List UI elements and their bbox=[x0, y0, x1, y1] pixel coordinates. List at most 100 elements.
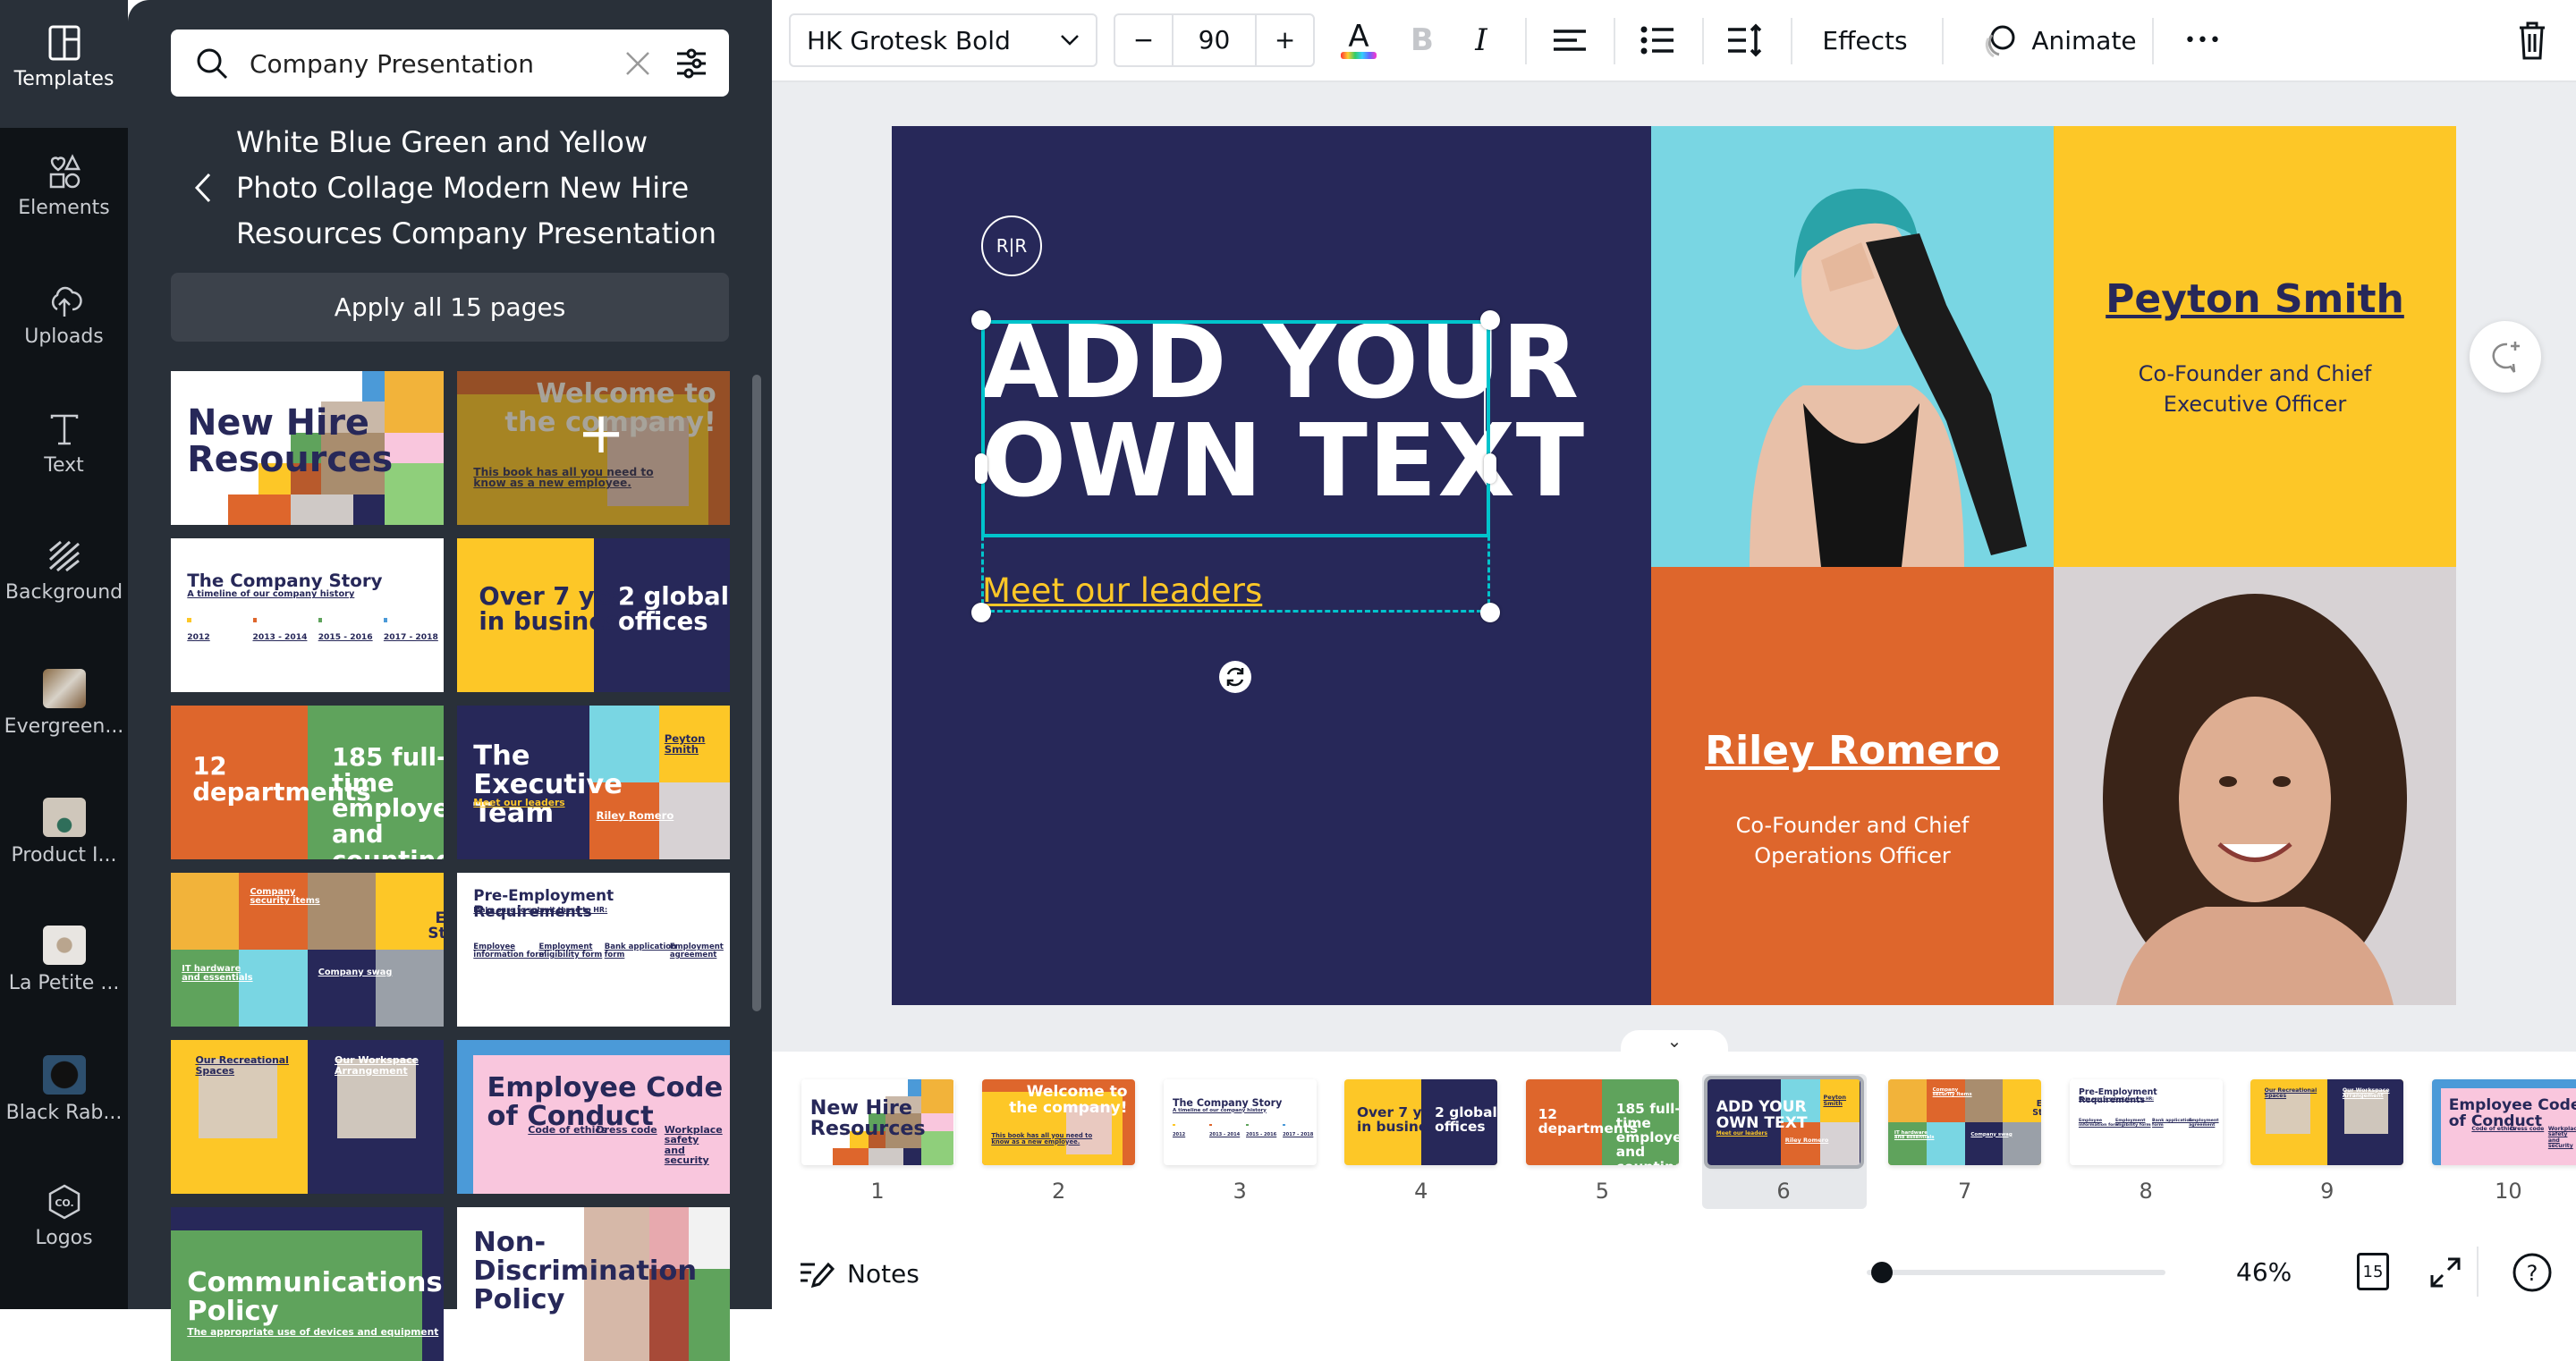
page-thumbnail[interactable]: Over 7 years in business 2 global offices bbox=[1344, 1079, 1498, 1165]
notes-button[interactable]: Notes bbox=[799, 1257, 919, 1289]
resize-handle-right[interactable] bbox=[1484, 453, 1496, 484]
text-color-button[interactable]: A bbox=[1341, 13, 1377, 67]
thumb-text: Communications Policy bbox=[187, 1266, 443, 1327]
increase-font-size-button[interactable]: + bbox=[1255, 15, 1313, 65]
template-page-thumbnail[interactable]: New Employee Starter Kit Company security… bbox=[171, 873, 444, 1027]
font-size-stepper[interactable]: − 90 + bbox=[1114, 13, 1315, 67]
align-left-icon[interactable] bbox=[1552, 13, 1588, 67]
animate-label: Animate bbox=[2031, 25, 2137, 55]
rotate-handle[interactable] bbox=[1219, 661, 1251, 693]
thumb-block bbox=[833, 1147, 869, 1165]
resize-handle-bottom-right[interactable] bbox=[1480, 603, 1500, 622]
template-page-thumbnail[interactable]: 12 departments185 full-time employees an… bbox=[171, 706, 444, 859]
template-page-thumbnail[interactable]: Our Recreational Spaces Our Workspace Arr… bbox=[171, 1040, 444, 1194]
company-logo[interactable]: R|R bbox=[981, 216, 1042, 276]
page-thumbnail[interactable]: 12 departments185 full-time employees an… bbox=[1525, 1079, 1679, 1165]
template-page-thumbnail[interactable]: Employee Code of Conduct Code of ethics Dr… bbox=[457, 1040, 730, 1194]
person2-title-line: Operations Officer bbox=[1754, 843, 1951, 868]
slide-canvas[interactable]: R|R ADD YOUR OWN TEXT Meet our leaders P… bbox=[892, 126, 2456, 1005]
decrease-font-size-button[interactable]: − bbox=[1115, 15, 1174, 65]
svg-text:CO.: CO. bbox=[55, 1197, 73, 1209]
rail-item-black-rabbit[interactable]: Black Rab... bbox=[0, 1055, 128, 1124]
apply-all-pages-button[interactable]: Apply all 15 pages bbox=[171, 273, 729, 342]
clear-search-icon[interactable] bbox=[623, 49, 652, 78]
thumb-text: Employee information form bbox=[473, 943, 547, 960]
thumb-block bbox=[307, 950, 376, 1027]
search-input[interactable] bbox=[250, 44, 607, 83]
riley-romero-card bbox=[1651, 567, 2054, 1005]
person2-name[interactable]: Riley Romero bbox=[1651, 728, 2054, 773]
panel-scrollbar[interactable] bbox=[752, 375, 761, 1011]
zoom-slider-knob[interactable] bbox=[1870, 1262, 1893, 1283]
page-thumbnail[interactable]: ADD YOUR OWN TEXT Meet our leaders Peyton … bbox=[1703, 1076, 1864, 1169]
animate-button[interactable]: Animate bbox=[1970, 13, 2149, 67]
template-page-thumbnail[interactable]: Pre-Employment Requirements Make sure to … bbox=[457, 873, 730, 1027]
rail-label: Templates bbox=[13, 68, 114, 90]
rail-item-elements[interactable]: Elements bbox=[0, 152, 128, 219]
trash-icon[interactable] bbox=[2516, 13, 2548, 67]
template-page-thumbnail[interactable]: Communications Policy The appropriate use… bbox=[171, 1207, 444, 1361]
thumb-block bbox=[385, 371, 444, 433]
page-thumbnail[interactable]: New Hire Resources bbox=[801, 1079, 954, 1165]
template-page-thumbnail[interactable]: New Hire Resources bbox=[171, 371, 444, 525]
template-page-thumbnail[interactable]: Welcome to the company! This book has all… bbox=[457, 371, 730, 525]
page-thumbnail[interactable]: New Employee Starter Kit Company security… bbox=[1888, 1079, 2042, 1165]
filter-sliders-icon[interactable] bbox=[674, 46, 709, 81]
rail-item-product[interactable]: Product I... bbox=[0, 798, 128, 866]
thumb-text: 2015 - 2016 bbox=[318, 632, 373, 642]
italic-button[interactable]: I bbox=[1463, 13, 1499, 67]
resize-handle-top-right[interactable] bbox=[1480, 310, 1500, 330]
thumb-block bbox=[1926, 1122, 1965, 1165]
zoom-slider[interactable] bbox=[1867, 1262, 2165, 1283]
rail-item-background[interactable]: Background bbox=[0, 537, 128, 604]
resize-handle-bottom-left[interactable] bbox=[971, 603, 991, 622]
template-page-thumbnail[interactable]: The Company Story A timeline of our compa… bbox=[171, 538, 444, 692]
thumb-text: Dress code bbox=[596, 1123, 657, 1136]
font-size-input[interactable]: 90 bbox=[1174, 15, 1255, 65]
font-family-dropdown[interactable]: HK Grotesk Bold bbox=[789, 13, 1097, 67]
page-count-button[interactable]: 15 bbox=[2357, 1253, 2389, 1290]
back-chevron-icon[interactable] bbox=[191, 172, 215, 204]
resize-handle-top-left[interactable] bbox=[971, 310, 991, 330]
add-page-plus-icon[interactable]: + bbox=[577, 405, 625, 462]
add-comment-button[interactable] bbox=[2470, 321, 2541, 393]
more-options-button[interactable]: ••• bbox=[2181, 13, 2225, 67]
template-page-thumbnail[interactable]: Over 7 years in business 2 global offices bbox=[457, 538, 730, 692]
line-spacing-icon[interactable] bbox=[1726, 13, 1764, 67]
page-thumbnail[interactable]: Pre-Employment Requirements Make sure to … bbox=[2069, 1079, 2223, 1165]
toggle-filmstrip-button[interactable]: ⌄ bbox=[1621, 1030, 1728, 1055]
page-thumbnail[interactable]: Our Recreational Spaces Our Workspace Arr… bbox=[2250, 1079, 2404, 1165]
effects-button[interactable]: Effects bbox=[1815, 13, 1915, 67]
bold-button[interactable]: B bbox=[1404, 13, 1440, 67]
template-page-thumbnail[interactable]: The Executive Team Meet our leaders Peyton… bbox=[457, 706, 730, 859]
rail-item-logos[interactable]: CO. Logos bbox=[0, 1182, 128, 1249]
thumb-block bbox=[903, 1147, 921, 1165]
notes-label: Notes bbox=[847, 1258, 919, 1289]
photo-woman-prosthetic-arm[interactable] bbox=[1651, 126, 2054, 567]
thumb-text: Employment agreement bbox=[669, 943, 724, 960]
rail-item-la-petite[interactable]: La Petite ... bbox=[0, 926, 128, 994]
page-thumbnail[interactable]: The Company Story A timeline of our compa… bbox=[1163, 1079, 1317, 1165]
resize-handle-left[interactable] bbox=[975, 453, 987, 484]
thumb-text: Company security items bbox=[1932, 1086, 1972, 1098]
rail-item-text[interactable]: Text bbox=[0, 410, 128, 477]
person1-title[interactable]: Co-Founder and Chief Executive Officer bbox=[2054, 359, 2456, 419]
rail-item-templates[interactable]: Templates bbox=[0, 23, 128, 90]
person1-name[interactable]: Peyton Smith bbox=[2054, 276, 2456, 322]
rail-item-evergreen[interactable]: Evergreen... bbox=[0, 669, 128, 738]
chevron-down-icon bbox=[1061, 35, 1079, 46]
rail-item-uploads[interactable]: Uploads bbox=[0, 281, 128, 348]
template-page-thumbnail[interactable]: Non- Discrimination Policy bbox=[457, 1207, 730, 1361]
thumb-block bbox=[171, 950, 240, 1027]
fullscreen-icon[interactable] bbox=[2428, 1255, 2462, 1289]
thumb-block bbox=[318, 618, 323, 622]
person2-title[interactable]: Co-Founder and Chief Operations Officer bbox=[1651, 810, 2054, 871]
zoom-level[interactable]: 46% bbox=[2236, 1257, 2292, 1287]
page-thumbnail[interactable]: Employee Code of Conduct Code of ethics Dr… bbox=[2431, 1079, 2576, 1165]
search-box[interactable] bbox=[171, 30, 729, 97]
help-icon[interactable]: ? bbox=[2512, 1252, 2553, 1293]
page-thumbnail[interactable]: Welcome to the company! This book has all… bbox=[982, 1079, 1136, 1165]
photo-woman-curly-hair[interactable] bbox=[2054, 567, 2456, 1005]
bulleted-list-icon[interactable] bbox=[1640, 13, 1675, 67]
divider bbox=[1942, 18, 1944, 64]
